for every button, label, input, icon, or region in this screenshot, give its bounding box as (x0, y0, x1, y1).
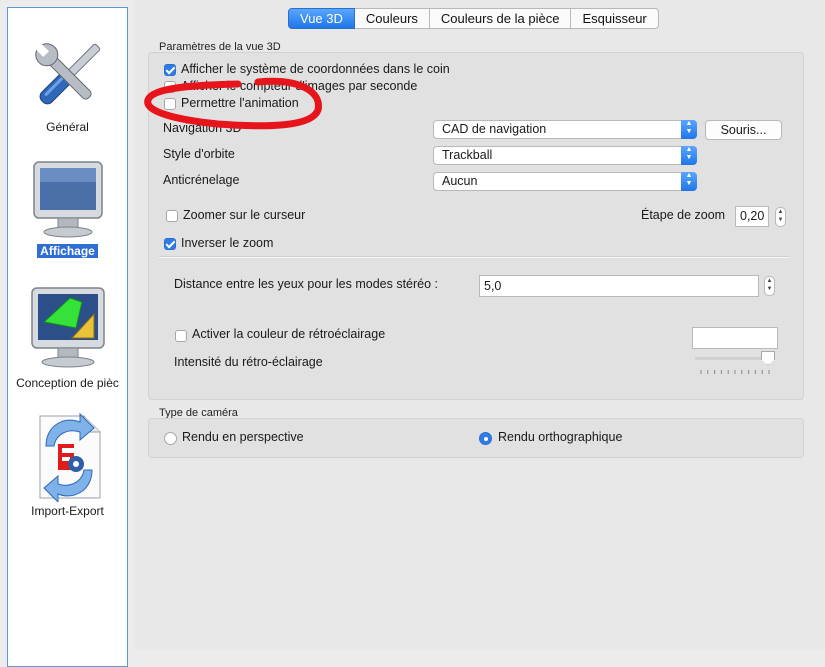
zoom-step-label: Étape de zoom (641, 208, 726, 222)
antialiasing-select[interactable]: Aucun ▲ ▼ (433, 172, 697, 191)
part-design-icon (30, 287, 105, 368)
antialiasing-label: Anticrénelage (163, 173, 240, 187)
tab-part-colors[interactable]: Couleurs de la pièce (429, 8, 572, 29)
eye-distance-label: Distance entre les yeux pour les modes s… (174, 277, 439, 291)
zoom-at-cursor-label: Zoomer sur le curseur (183, 208, 306, 222)
preferences-sidebar: Général Affichage Conception de pièc Imp… (7, 7, 128, 667)
tab-3d-view[interactable]: Vue 3D (288, 8, 355, 29)
allow-animation-label: Permettre l'animation (181, 96, 299, 110)
navigation-3d-label: Navigation 3D (163, 121, 242, 135)
orbit-style-select[interactable]: Trackball ▲ ▼ (433, 146, 697, 165)
tools-icon (34, 43, 100, 105)
mouse-button[interactable]: Souris... (705, 120, 782, 140)
backlight-label: Activer la couleur de rétroéclairage (192, 327, 386, 341)
perspective-label: Rendu en perspective (182, 430, 304, 444)
divider (159, 256, 789, 258)
navigation-3d-value: CAD de navigation (442, 122, 547, 136)
sidebar-item-import-export[interactable]: Import-Export (8, 406, 127, 518)
orbit-style-label: Style d'orbite (163, 147, 235, 161)
backlight-checkbox[interactable] (175, 330, 187, 342)
navigation-3d-select[interactable]: CAD de navigation ▲ ▼ (433, 120, 697, 139)
perspective-radio[interactable] (164, 432, 177, 445)
show-coord-label: Afficher le système de coordonnées dans … (181, 62, 450, 76)
settings-main-panel: Vue 3D Couleurs Couleurs de la pièce Esq… (135, 0, 825, 650)
eye-distance-stepper[interactable]: ▲ ▼ (764, 276, 775, 296)
invert-zoom-checkbox[interactable] (164, 238, 176, 250)
backlight-color-swatch[interactable] (692, 327, 778, 349)
tab-colors[interactable]: Couleurs (354, 8, 430, 29)
monitor-icon (32, 161, 103, 238)
zoom-step-input[interactable]: 0,20 (735, 206, 769, 227)
orthographic-label: Rendu orthographique (498, 430, 623, 444)
sidebar-item-general[interactable]: Général (8, 34, 127, 134)
antialiasing-value: Aucun (442, 174, 478, 188)
tab-bar: Vue 3D Couleurs Couleurs de la pièce Esq… (288, 8, 659, 29)
show-coord-checkbox[interactable] (164, 64, 176, 76)
sidebar-item-label: Général (46, 120, 89, 134)
show-fps-label: Afficher le compteur d'images par second… (181, 79, 418, 93)
backlight-intensity-slider[interactable] (695, 350, 777, 376)
sidebar-item-part-design[interactable]: Conception de pièc (8, 284, 127, 390)
invert-zoom-label: Inverser le zoom (181, 236, 274, 250)
orbit-style-value: Trackball (442, 148, 493, 162)
backlight-intensity-label: Intensité du rétro-éclairage (174, 355, 323, 369)
sidebar-item-display[interactable]: Affichage (8, 158, 127, 258)
sidebar-item-label: Conception de pièc (16, 376, 119, 390)
select-arrows-icon: ▲ ▼ (681, 120, 697, 139)
allow-animation-checkbox[interactable] (164, 98, 176, 110)
sidebar-item-label: Import-Export (31, 504, 104, 518)
orthographic-radio[interactable] (479, 432, 492, 445)
zoom-step-stepper[interactable]: ▲ ▼ (775, 207, 786, 227)
show-fps-checkbox[interactable] (164, 81, 176, 93)
tab-sketcher[interactable]: Esquisseur (571, 8, 659, 29)
select-arrows-icon: ▲ ▼ (681, 146, 697, 165)
eye-distance-input[interactable]: 5,0 (479, 275, 759, 297)
select-arrows-icon: ▲ ▼ (681, 172, 697, 191)
sidebar-item-label: Affichage (37, 244, 98, 258)
zoom-at-cursor-checkbox[interactable] (166, 210, 178, 222)
import-export-icon (39, 412, 100, 502)
